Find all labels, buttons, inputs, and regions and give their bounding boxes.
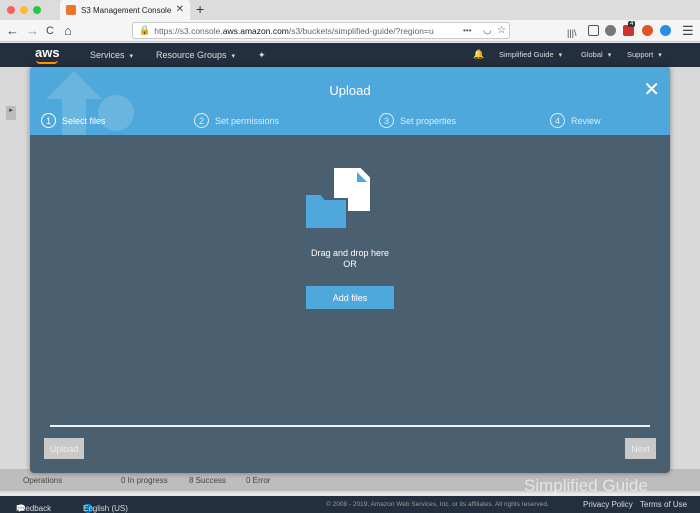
resource-groups-menu[interactable]: Resource Groups ▾: [156, 50, 235, 60]
upload-modal: Upload ✕ 1 Select files 2 Set permission…: [30, 67, 670, 473]
step-number: 3: [379, 113, 394, 128]
home-icon[interactable]: ⌂: [64, 23, 72, 39]
error-count: 0 Error: [246, 476, 271, 485]
menu-icon[interactable]: ☰: [682, 23, 694, 39]
back-icon[interactable]: ←: [6, 23, 19, 39]
support-menu[interactable]: Support ▾: [627, 50, 662, 59]
copyright-text: © 2008 - 2019, Amazon Web Services, Inc.…: [326, 501, 549, 508]
tab-close-icon[interactable]: ✕: [176, 4, 184, 15]
step-label: Review: [571, 115, 601, 126]
chevron-down-icon: ▾: [129, 53, 134, 60]
success-count: 8 Success: [189, 476, 226, 485]
privacy-policy-link[interactable]: Privacy Policy: [583, 500, 633, 509]
sidebar-icon[interactable]: [588, 25, 599, 36]
region-menu[interactable]: Global ▾: [581, 50, 611, 59]
extension-icon[interactable]: [605, 25, 616, 36]
console-footer: 💬 Feedback 🌐 English (US) © 2008 - 2019,…: [0, 496, 700, 513]
in-progress-count: 0 In progress: [121, 476, 168, 485]
url-prefix: https://s3.console.: [154, 25, 223, 36]
step-number: 4: [550, 113, 565, 128]
next-button[interactable]: Next: [625, 438, 656, 459]
upload-button[interactable]: Upload: [44, 438, 84, 459]
operations-label[interactable]: Operations: [23, 476, 62, 485]
library-icon[interactable]: |||\: [567, 25, 577, 41]
close-icon[interactable]: ✕: [643, 80, 660, 100]
side-panel-toggle-icon[interactable]: ▸: [6, 106, 16, 120]
chevron-down-icon: ▾: [231, 53, 236, 60]
forward-icon[interactable]: →: [26, 23, 39, 39]
tab-title: S3 Management Console: [81, 5, 172, 15]
aws-logo[interactable]: aws: [35, 45, 60, 64]
modal-header: Upload ✕ 1 Select files 2 Set permission…: [30, 67, 670, 135]
browser-nav-bar: ← → C ⌂ 🔒 https://s3.console. aws.amazon.…: [0, 20, 700, 42]
browser-tab-bar: S3 Management Console ✕ +: [0, 0, 700, 20]
modal-divider: [50, 425, 650, 427]
addon-badge-count: 4: [628, 21, 636, 27]
watermark-text: Simplified Guide: [524, 476, 648, 495]
step-select-files[interactable]: 1 Select files: [41, 113, 106, 128]
notifications-bell-icon[interactable]: 🔔: [473, 49, 484, 60]
pin-icon[interactable]: ✦: [258, 50, 266, 61]
url-domain: aws.amazon.com: [222, 25, 289, 36]
minimize-window-icon[interactable]: [20, 6, 28, 14]
pocket-icon[interactable]: ◡: [483, 25, 492, 36]
file-folder-icon: [304, 166, 372, 230]
step-number: 1: [41, 113, 56, 128]
step-set-permissions[interactable]: 2 Set permissions: [194, 113, 279, 128]
step-number: 2: [194, 113, 209, 128]
new-tab-button[interactable]: +: [196, 1, 204, 17]
or-text: OR: [343, 259, 357, 269]
address-bar[interactable]: 🔒 https://s3.console. aws.amazon.com/s3/b…: [132, 22, 510, 39]
step-label: Set permissions: [215, 115, 280, 126]
step-review[interactable]: 4 Review: [550, 113, 601, 128]
s3-favicon-icon: [66, 5, 76, 15]
add-files-button[interactable]: Add files: [306, 286, 394, 309]
sync-extension-icon[interactable]: [660, 25, 671, 36]
step-label: Set properties: [400, 115, 457, 126]
browser-tab[interactable]: S3 Management Console ✕: [60, 0, 190, 20]
privacy-extension-icon[interactable]: [642, 25, 653, 36]
services-menu[interactable]: Services ▾: [90, 50, 133, 60]
bookmark-star-icon[interactable]: ☆: [497, 25, 506, 36]
account-menu[interactable]: Simplified Guide ▾: [499, 50, 562, 59]
maximize-window-icon[interactable]: [33, 6, 41, 14]
aws-header: aws Services ▾ Resource Groups ▾ ✦ 🔔 Simpl…: [0, 43, 700, 67]
close-window-icon[interactable]: [7, 6, 15, 14]
url-path: /s3/buckets/simplified-guide/?region=u: [288, 25, 434, 36]
reload-icon[interactable]: C: [46, 23, 54, 39]
page-actions-icon[interactable]: •••: [463, 26, 471, 35]
step-set-properties[interactable]: 3 Set properties: [379, 113, 456, 128]
lock-icon: 🔒: [139, 25, 151, 35]
terms-of-use-link[interactable]: Terms of Use: [640, 500, 687, 509]
step-label: Select files: [62, 115, 106, 126]
modal-title: Upload: [329, 83, 371, 98]
drag-drop-text: Drag and drop here: [310, 248, 390, 258]
